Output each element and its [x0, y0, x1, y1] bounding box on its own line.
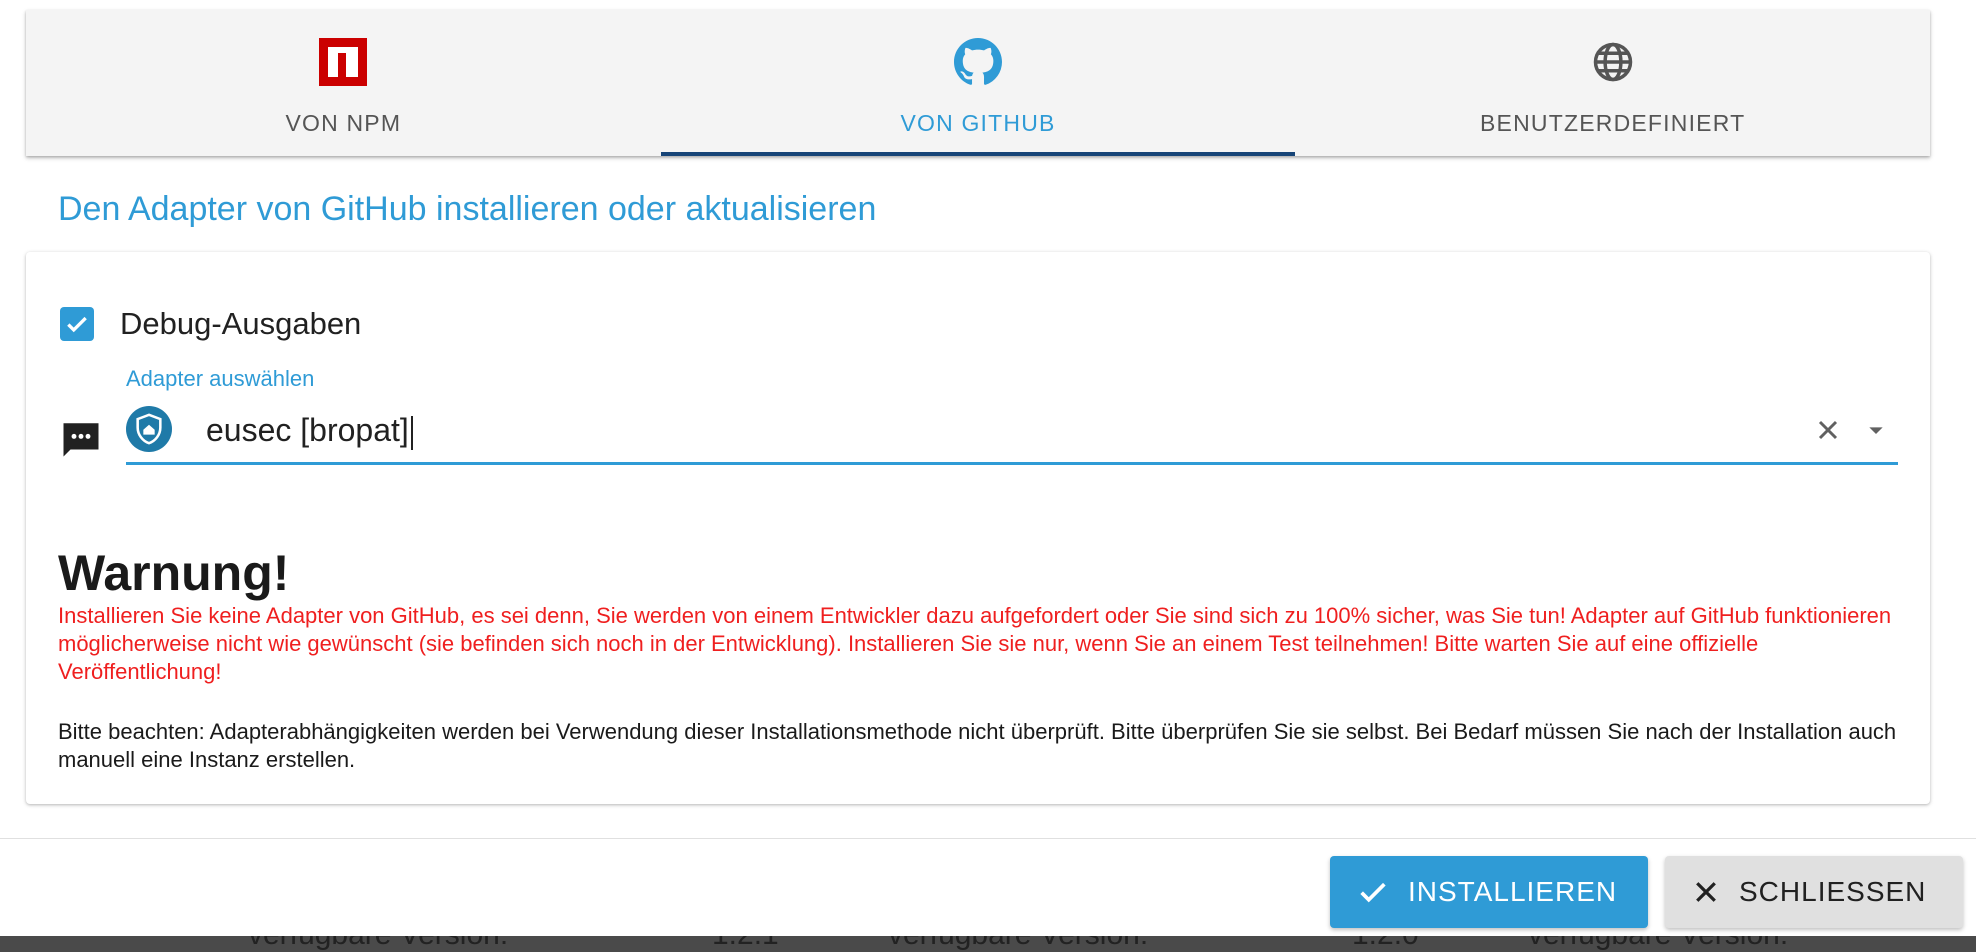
adapter-select[interactable]: eusec [bropat]	[126, 400, 1898, 465]
close-button-label: SCHLIESSEN	[1739, 876, 1927, 907]
adapter-select-value[interactable]: eusec [bropat]	[206, 412, 413, 450]
background-adapter-list: verfügbare Version: 1.2.1 verfügbare Ver…	[0, 936, 1976, 952]
text-caret	[410, 415, 413, 450]
tab-custom-label: BENUTZERDEFINIERT	[1480, 110, 1746, 136]
page-heading: Den Adapter von GitHub installieren oder…	[58, 190, 877, 228]
install-card: Debug-Ausgaben Adapter auswählen eusec […	[26, 252, 1930, 804]
close-button[interactable]: SCHLIESSEN	[1665, 856, 1963, 928]
backdrop-version-label: verfügbare Version:	[888, 936, 1148, 952]
adapter-select-label: Adapter auswählen	[126, 366, 315, 391]
install-button-label: INSTALLIEREN	[1408, 876, 1618, 907]
warning-text: Installieren Sie keine Adapter von GitHu…	[58, 603, 1892, 684]
backdrop-version-value: 1.2.1	[712, 936, 779, 952]
close-icon	[1691, 877, 1721, 907]
backdrop-version-value: 1.2.0	[1352, 936, 1419, 952]
github-icon	[954, 38, 1002, 86]
debug-checkbox-label: Debug-Ausgaben	[120, 306, 362, 341]
dialog-divider	[0, 838, 1976, 839]
check-icon	[1356, 875, 1390, 909]
tab-github-label: VON GITHUB	[900, 110, 1056, 136]
tab-github[interactable]: VON GITHUB	[660, 10, 1296, 156]
backdrop-version-label: verfügbare Version:	[248, 936, 508, 952]
clear-icon[interactable]	[1812, 414, 1844, 446]
note-text: Bitte beachten: Adapterabhängigkeiten we…	[58, 719, 1897, 772]
dropdown-arrow-icon[interactable]	[1860, 414, 1892, 446]
check-icon	[67, 316, 87, 333]
debug-checkbox-row[interactable]: Debug-Ausgaben	[60, 306, 361, 342]
warning-title: Warnung!	[58, 545, 290, 601]
tab-npm-label: VON NPM	[285, 110, 402, 136]
install-button[interactable]: INSTALLIEREN	[1330, 856, 1648, 928]
adapter-select-value-text: eusec [bropat]	[206, 412, 409, 448]
chat-icon	[60, 418, 102, 465]
tab-npm[interactable]: VON NPM	[26, 10, 661, 156]
debug-checkbox[interactable]	[60, 307, 94, 341]
shield-home-icon	[126, 406, 172, 452]
npm-icon	[319, 38, 368, 86]
source-tabs: VON NPM VON GITHUB BENUTZERDEFINIERT	[26, 10, 1930, 156]
backdrop-version-label: verfügbare Version:	[1528, 936, 1788, 952]
tab-custom[interactable]: BENUTZERDEFINIERT	[1295, 10, 1930, 156]
globe-icon	[1589, 38, 1637, 86]
